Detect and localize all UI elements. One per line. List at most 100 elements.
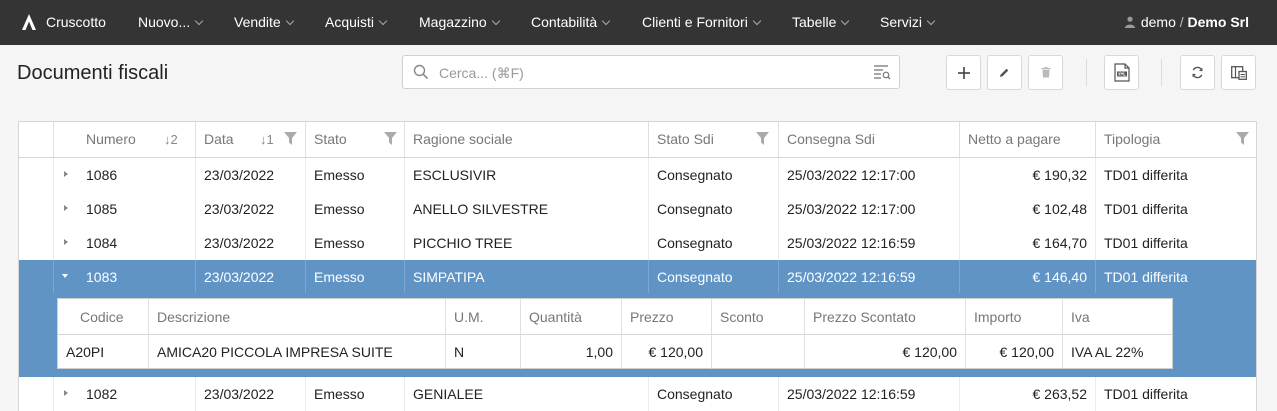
detail-header-prezzo[interactable]: Prezzo (622, 299, 712, 335)
filter-icon[interactable] (384, 132, 397, 145)
header-stato[interactable]: Stato (306, 122, 405, 157)
detail-cell-prezzo-scontato: € 120,00 (805, 335, 966, 369)
nav-magazzino-label: Magazzino (419, 14, 487, 30)
nav-tabelle-menu[interactable]: Tabelle (792, 0, 850, 45)
header-ragione-sociale[interactable]: Ragione sociale (405, 122, 649, 157)
sort-desc-icon: ↓1 (260, 132, 274, 147)
detail-header-iva[interactable]: Iva (1063, 299, 1172, 335)
header-tipologia-label: Tipologia (1104, 131, 1161, 147)
header-data-label: Data (204, 131, 234, 147)
cell-data: 23/03/2022 (196, 226, 306, 260)
filter-icon[interactable] (756, 132, 769, 145)
nav-contabilita-menu[interactable]: Contabilità (531, 0, 611, 45)
trash-icon (1041, 67, 1050, 78)
layout-button[interactable] (1221, 55, 1256, 90)
chevron-down-icon (926, 16, 936, 26)
delete-button[interactable] (1028, 55, 1063, 90)
detail-cell-quantita: 1,00 (521, 335, 622, 369)
detail-cell-prezzo: € 120,00 (622, 335, 712, 369)
cell-ragione-sociale: ESCLUSIVIR (405, 158, 649, 192)
search-list-icon[interactable] (873, 64, 891, 80)
user-menu[interactable]: demo / Demo Srl (1124, 0, 1249, 45)
nav-vendite-label: Vendite (234, 14, 281, 30)
header-stato-sdi-label: Stato Sdi (657, 131, 714, 147)
detail-header-codice[interactable]: Codice (58, 299, 149, 335)
nav-nuovo-menu[interactable]: Nuovo... (138, 0, 204, 45)
row-select-cell[interactable] (19, 158, 54, 192)
add-button[interactable] (946, 55, 981, 90)
cell-numero: 1082 (54, 377, 196, 411)
toolbar-separator (1086, 59, 1087, 86)
cell-stato: Emesso (306, 260, 405, 294)
cell-data: 23/03/2022 (196, 260, 306, 294)
cell-netto: € 164,70 (960, 226, 1096, 260)
detail-cell-descrizione: AMICA20 PICCOLA IMPRESA SUITE (149, 335, 446, 369)
xml-export-button[interactable] (1104, 55, 1139, 90)
row-select-cell[interactable] (19, 377, 54, 411)
cell-netto: € 146,40 (960, 260, 1096, 294)
nav-servizi-menu[interactable]: Servizi (880, 0, 936, 45)
header-data[interactable]: Data ↓1 (196, 122, 306, 157)
nav-cruscotto[interactable]: Cruscotto (46, 0, 106, 45)
filter-icon[interactable] (1236, 132, 1249, 145)
detail-header-prezzo-scontato[interactable]: Prezzo Scontato (805, 299, 966, 335)
edit-button[interactable] (987, 55, 1022, 90)
detail-lines-table: Codice Descrizione U.M. Quantità Prezzo … (57, 298, 1173, 369)
header-tipologia[interactable]: Tipologia (1096, 122, 1256, 157)
header-stato-sdi[interactable]: Stato Sdi (649, 122, 779, 157)
cell-netto: € 190,32 (960, 158, 1096, 192)
cell-netto: € 263,52 (960, 377, 1096, 411)
header-stato-label: Stato (314, 131, 347, 147)
cell-data: 23/03/2022 (196, 158, 306, 192)
nav-clienti-fornitori-menu[interactable]: Clienti e Fornitori (642, 0, 762, 45)
refresh-button[interactable] (1180, 55, 1215, 90)
cell-stato-sdi: Consegnato (649, 377, 779, 411)
detail-header-descrizione[interactable]: Descrizione (149, 299, 446, 335)
nav-acquisti-menu[interactable]: Acquisti (325, 0, 388, 45)
company-name: Demo Srl (1187, 14, 1249, 30)
chevron-down-icon (752, 16, 762, 26)
nav-nuovo-label: Nuovo... (138, 14, 191, 30)
detail-header-um[interactable]: U.M. (446, 299, 521, 335)
chevron-down-icon (194, 16, 204, 26)
app-logo-icon[interactable] (20, 13, 38, 31)
cell-tipologia: TD01 differita (1104, 269, 1188, 285)
search-input[interactable] (437, 62, 861, 84)
refresh-icon (1192, 66, 1203, 79)
nav-vendite-menu[interactable]: Vendite (234, 0, 294, 45)
user-icon (1124, 16, 1135, 28)
nav-magazzino-menu[interactable]: Magazzino (419, 0, 500, 45)
detail-header-sconto[interactable]: Sconto (712, 299, 805, 335)
row-select-cell[interactable] (19, 260, 54, 294)
detail-header-quantita[interactable]: Quantità (521, 299, 622, 335)
filter-icon[interactable] (284, 132, 297, 145)
cell-netto: € 102,48 (960, 192, 1096, 226)
table-row[interactable]: 1085 23/03/2022 Emesso ANELLO SILVESTRE … (19, 192, 1256, 226)
detail-cell-um: N (446, 335, 521, 369)
table-row[interactable]: 1086 23/03/2022 Emesso ESCLUSIVIR Conseg… (19, 158, 1256, 192)
nav-clienti-fornitori-label: Clienti e Fornitori (642, 14, 748, 30)
table-row[interactable]: 1082 23/03/2022 Emesso GENIALEE Consegna… (19, 377, 1256, 411)
cell-consegna-sdi: 25/03/2022 12:17:00 (779, 158, 960, 192)
detail-cell-importo: € 120,00 (966, 335, 1063, 369)
detail-header-importo[interactable]: Importo (966, 299, 1063, 335)
nav-acquisti-label: Acquisti (325, 14, 375, 30)
row-detail-panel: Codice Descrizione U.M. Quantità Prezzo … (19, 293, 1256, 377)
header-consegna-sdi[interactable]: Consegna Sdi (779, 122, 960, 157)
cell-tipologia: TD01 differita (1104, 201, 1188, 217)
cell-data: 23/03/2022 (196, 377, 306, 411)
search-box[interactable] (402, 55, 900, 89)
table-row[interactable]: 1084 23/03/2022 Emesso PICCHIO TREE Cons… (19, 226, 1256, 260)
header-numero[interactable]: Numero ↓2 (54, 122, 196, 157)
row-select-cell[interactable] (19, 192, 54, 226)
header-numero-label: Numero (86, 131, 136, 147)
cell-ragione-sociale: SIMPATIPA (405, 260, 649, 294)
header-netto-a-pagare[interactable]: Netto a pagare (960, 122, 1096, 157)
row-select-cell[interactable] (19, 226, 54, 260)
cell-stato: Emesso (306, 192, 405, 226)
user-separator: / (1179, 14, 1184, 30)
nav-contabilita-label: Contabilità (531, 14, 598, 30)
cell-data: 23/03/2022 (196, 192, 306, 226)
header-select-column (19, 122, 54, 157)
table-row-selected[interactable]: 1083 23/03/2022 Emesso SIMPATIPA Consegn… (19, 260, 1256, 294)
